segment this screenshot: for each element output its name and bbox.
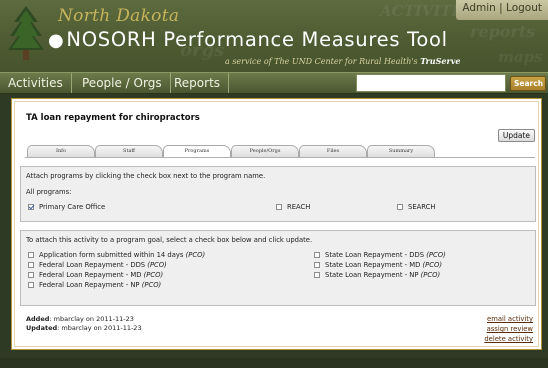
page-title: TA loan repayment for chiropractors (26, 113, 200, 123)
goal-tag: (PCO) (185, 251, 206, 259)
goals-instruction: To attach this activity to a program goa… (26, 236, 313, 244)
goal-tag: (PCO) (420, 271, 441, 279)
added-label: Added (26, 315, 50, 323)
goal-label: State Loan Repayment - NP (PCO) (325, 271, 440, 279)
goal-tag: (PCO) (422, 261, 443, 269)
goal-tag: (PCO) (426, 251, 446, 259)
goal-label: State Loan Repayment - MD (PCO) (325, 261, 442, 269)
program-checkbox-primary-care-office[interactable] (28, 204, 34, 210)
content-area: TA loan repayment for chiropractors Upda… (11, 98, 542, 350)
admin-link[interactable]: Admin (462, 2, 495, 14)
bg-watermark-maps: maps (498, 48, 543, 66)
nav-item-activities[interactable]: Activities (0, 73, 72, 93)
bullet-icon: ● (48, 30, 65, 51)
goal-tag: (PCO) (143, 271, 164, 279)
programs-panel: Attach programs by clicking the check bo… (20, 166, 536, 222)
goal-label: Federal Loan Repayment - NP (PCO) (39, 281, 161, 289)
updated-label: Updated (26, 324, 58, 332)
content-inner: TA loan repayment for chiropractors Upda… (14, 101, 539, 347)
updated-info: Updated: mbarclay on 2011-11-23 (26, 324, 142, 332)
search-input[interactable] (356, 74, 506, 92)
logout-link[interactable]: Logout (506, 2, 542, 14)
subtitle-brand: TruServe (420, 56, 461, 66)
email-activity-link[interactable]: email activity (487, 315, 533, 323)
program-label-reach: REACH (287, 203, 311, 211)
program-label-primary-care-office: Primary Care Office (39, 203, 106, 211)
goal-checkbox[interactable] (28, 252, 34, 258)
goal-checkbox[interactable] (314, 272, 320, 278)
program-label-search: SEARCH (408, 203, 436, 211)
goal-label: Federal Loan Repayment - MD (PCO) (39, 271, 163, 279)
bottom-strip (0, 358, 548, 368)
program-checkbox-reach[interactable] (276, 204, 282, 210)
search-button[interactable]: Search (510, 76, 546, 91)
goal-checkbox[interactable] (28, 282, 34, 288)
goal-label-text: Federal Loan Repayment - NP (39, 281, 140, 289)
goal-checkbox[interactable] (314, 262, 320, 268)
assign-review-link[interactable]: assign review (487, 325, 533, 333)
goal-label: Federal Loan Repayment - DDS (PCO) (39, 261, 167, 269)
goal-label-text: State Loan Repayment - NP (325, 271, 419, 279)
goal-label-text: State Loan Repayment - DDS (325, 251, 425, 259)
updated-value: : mbarclay on 2011-11-23 (57, 324, 142, 332)
pine-tree-logo-icon (8, 6, 44, 60)
added-info: Added: mbarclay on 2011-11-23 (26, 315, 134, 323)
app-header: ACTIVITIES reports orgs maps North Dakot… (0, 0, 548, 72)
state-title: North Dakota (58, 6, 180, 26)
goal-checkbox[interactable] (28, 272, 34, 278)
update-button[interactable]: Update (497, 129, 535, 142)
nav-item-reports[interactable]: Reports (166, 73, 230, 93)
goal-label-text: Application form submitted within 14 day… (39, 251, 184, 259)
admin-logout-box: Admin | Logout (456, 0, 548, 20)
main-nav: Activities People / Orgs Reports Search (0, 72, 548, 94)
programs-instruction: Attach programs by clicking the check bo… (26, 172, 266, 180)
app-title: ● NOSORH Performance Measures Tool (48, 28, 448, 51)
delete-activity-link[interactable]: delete activity (484, 335, 533, 343)
app-title-text: NOSORH Performance Measures Tool (66, 28, 448, 51)
tab-files[interactable]: Files (299, 145, 367, 157)
goal-tag: (PCO) (147, 261, 167, 269)
tab-staff[interactable]: Staff (95, 145, 163, 157)
tab-summary[interactable]: Summary (367, 145, 435, 157)
subtitle-prefix: a service of The UND Center for Rural He… (225, 57, 418, 66)
goal-label: State Loan Repayment - DDS (PCO) (325, 251, 446, 259)
admin-separator: | (499, 2, 503, 14)
goals-panel: To attach this activity to a program goa… (20, 230, 536, 306)
goal-label: Application form submitted within 14 day… (39, 251, 205, 259)
goal-label-text: Federal Loan Repayment - DDS (39, 261, 146, 269)
tab-people-orgs[interactable]: People/Orgs (231, 145, 299, 157)
app-subtitle: a service of The UND Center for Rural He… (225, 56, 460, 66)
goal-checkbox[interactable] (28, 262, 34, 268)
search-button-label: Search (514, 79, 544, 88)
goal-tag: (PCO) (141, 281, 162, 289)
goal-checkbox[interactable] (314, 252, 320, 258)
all-programs-label: All programs: (26, 188, 72, 196)
tab-underline (25, 157, 535, 158)
nav-item-people-orgs[interactable]: People / Orgs (74, 73, 171, 93)
tab-info[interactable]: Info (27, 145, 95, 157)
bg-watermark-reports: reports (470, 22, 536, 41)
program-checkbox-search[interactable] (397, 204, 403, 210)
goal-label-text: State Loan Repayment - MD (325, 261, 421, 269)
goal-label-text: Federal Loan Repayment - MD (39, 271, 142, 279)
added-value: : mbarclay on 2011-11-23 (49, 315, 134, 323)
